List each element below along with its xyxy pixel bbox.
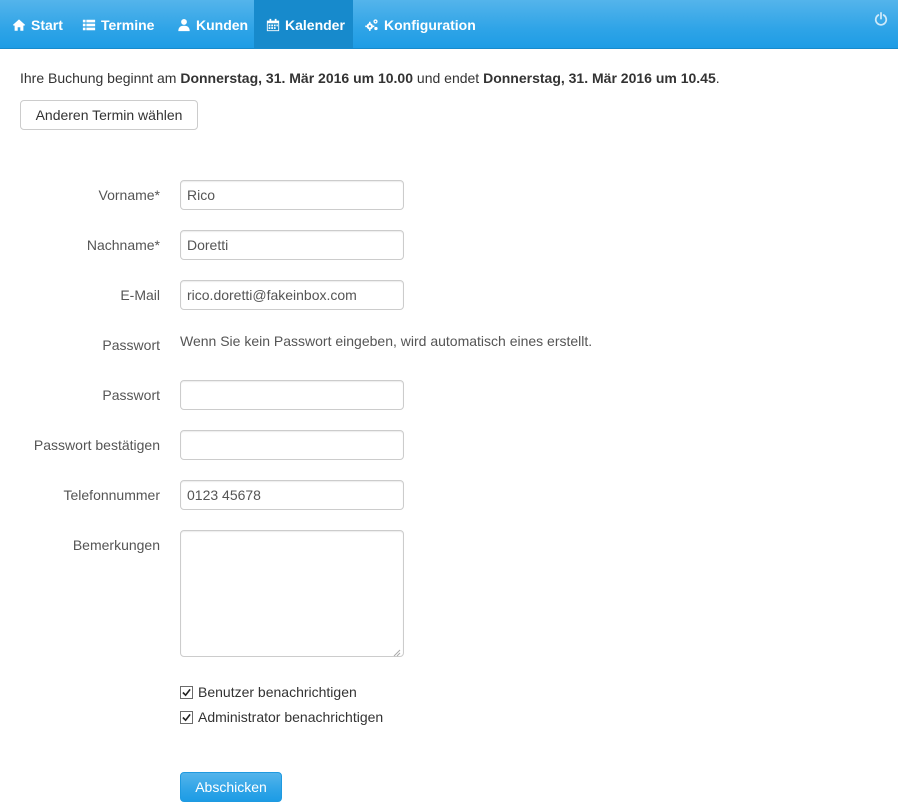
resize-grip-icon[interactable] — [391, 644, 401, 657]
user-icon — [177, 18, 191, 32]
notify-user-label: Benutzer benachrichtigen — [198, 684, 357, 700]
password-label: Passwort — [102, 387, 160, 403]
notify-user-checkbox[interactable] — [180, 685, 193, 699]
list-icon — [82, 18, 96, 32]
booking-end: Donnerstag, 31. Mär 2016 um 10.45 — [483, 70, 716, 86]
email-label: E-Mail — [120, 287, 160, 303]
email-input[interactable] — [180, 280, 404, 310]
notify-user-row[interactable]: Benutzer benachrichtigen — [180, 683, 357, 701]
lastname-label: Nachname* — [86, 237, 160, 253]
booking-suffix: . — [715, 70, 720, 86]
calendar-icon — [266, 18, 280, 32]
remarks-textarea[interactable] — [180, 530, 404, 657]
nav-item-konfiguration[interactable]: Konfiguration — [353, 0, 483, 49]
phone-label: Telefonnummer — [63, 487, 161, 503]
notify-admin-label: Administrator benachrichtigen — [198, 709, 384, 725]
nav-item-kalender[interactable]: Kalender — [254, 0, 353, 49]
cogs-icon — [365, 18, 379, 32]
nav-item-termine[interactable]: Termine — [70, 0, 165, 49]
firstname-label: Vorname* — [98, 187, 160, 203]
nav-label-kunden: Kunden — [196, 16, 249, 33]
change-appointment-button[interactable]: Anderen Termin wählen — [20, 100, 198, 130]
password-confirm-label: Passwort bestätigen — [33, 437, 160, 453]
nav-item-start[interactable]: Start — [0, 0, 70, 49]
remarks-label: Bemerkungen — [72, 537, 160, 553]
firstname-input[interactable] — [180, 180, 404, 210]
top-navbar: Start Termine Kunden Kalender Konfigurat… — [0, 0, 898, 49]
checkmark-icon — [182, 688, 191, 696]
nav-label-termine: Termine — [101, 16, 155, 33]
password-confirm-input[interactable] — [180, 430, 404, 460]
nav-label-kalender: Kalender — [285, 16, 345, 33]
booking-middle: und endet — [413, 70, 484, 86]
nav-label-konfiguration: Konfiguration — [384, 16, 476, 33]
booking-summary: Ihre Buchung beginnt am Donnerstag, 31. … — [20, 70, 720, 86]
power-icon[interactable] — [874, 12, 888, 26]
nav-item-kunden[interactable]: Kunden — [165, 0, 254, 49]
lastname-input[interactable] — [180, 230, 404, 260]
password-input[interactable] — [180, 380, 404, 410]
submit-button[interactable]: Abschicken — [180, 772, 282, 802]
notify-admin-checkbox[interactable] — [180, 710, 193, 724]
password-info-label: Passwort — [102, 337, 160, 353]
nav-label-start: Start — [31, 16, 63, 33]
checkmark-icon — [182, 713, 191, 721]
phone-input[interactable] — [180, 480, 404, 510]
home-icon — [12, 18, 26, 32]
password-help-text: Wenn Sie kein Passwort eingeben, wird au… — [180, 333, 593, 349]
booking-prefix: Ihre Buchung beginnt am — [20, 70, 181, 86]
booking-start: Donnerstag, 31. Mär 2016 um 10.00 — [180, 70, 414, 86]
notify-admin-row[interactable]: Administrator benachrichtigen — [180, 708, 383, 726]
